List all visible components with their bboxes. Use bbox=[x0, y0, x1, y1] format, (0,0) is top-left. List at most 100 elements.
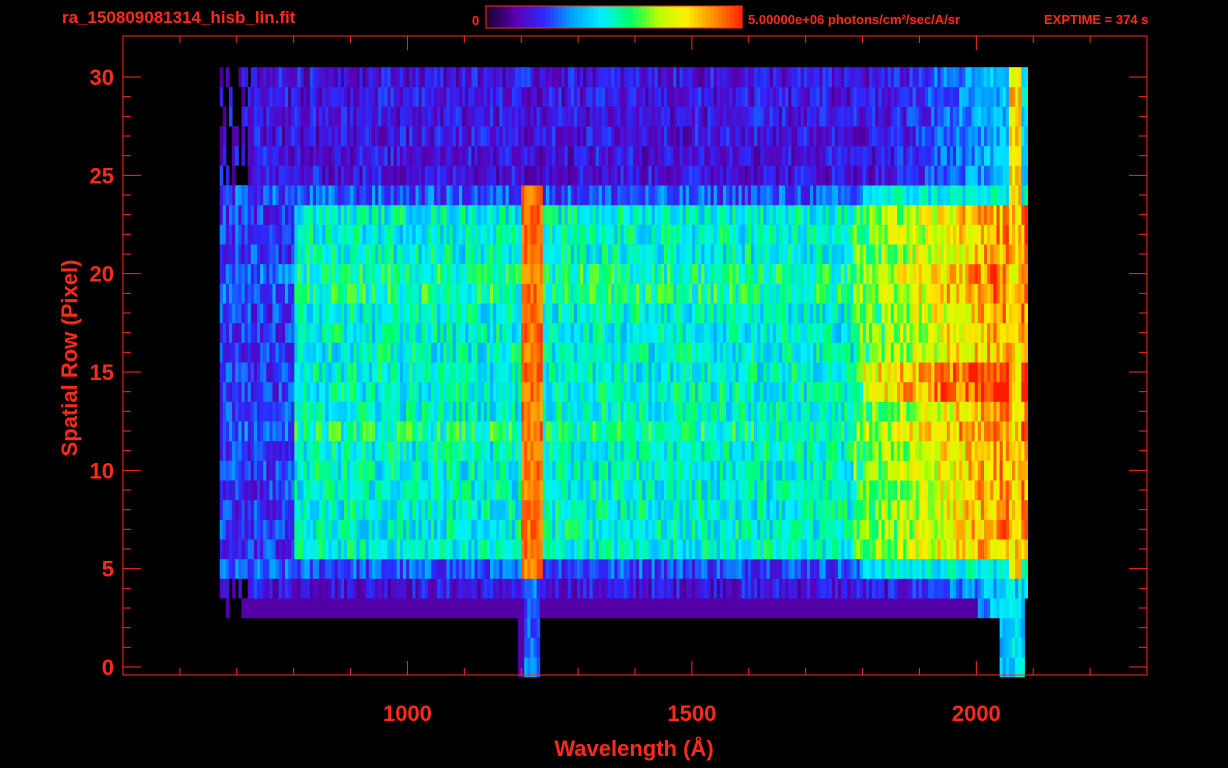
heatmap-cell bbox=[797, 519, 802, 540]
heatmap-cell bbox=[959, 362, 963, 383]
heatmap-cell bbox=[946, 440, 951, 461]
heatmap-cell bbox=[654, 342, 659, 363]
heatmap-cell bbox=[1015, 617, 1019, 638]
heatmap-cell bbox=[800, 480, 805, 501]
heatmap-cell bbox=[312, 244, 317, 265]
heatmap-cell bbox=[999, 578, 1004, 599]
heatmap-cell bbox=[732, 558, 736, 579]
heatmap-cell bbox=[260, 224, 264, 245]
heatmap-cell bbox=[903, 342, 907, 363]
heatmap-cell bbox=[300, 480, 305, 501]
heatmap-cell bbox=[956, 342, 960, 363]
heatmap-cell bbox=[347, 303, 351, 324]
heatmap-cell bbox=[953, 362, 957, 383]
heatmap-cell bbox=[384, 440, 388, 461]
heatmap-cell bbox=[788, 303, 792, 324]
heatmap-cell bbox=[247, 539, 252, 560]
heatmap-cell bbox=[953, 539, 957, 560]
heatmap-cell bbox=[390, 598, 395, 619]
heatmap-cell bbox=[605, 460, 609, 481]
heatmap-cell bbox=[257, 499, 261, 520]
heatmap-cell bbox=[834, 342, 839, 363]
heatmap-cell bbox=[474, 303, 479, 324]
heatmap-cell bbox=[772, 460, 777, 481]
heatmap-cell bbox=[785, 421, 789, 442]
heatmap-cell bbox=[418, 480, 423, 501]
heatmap-cell bbox=[654, 401, 659, 422]
heatmap-cell bbox=[580, 401, 584, 422]
heatmap-cell bbox=[595, 362, 600, 383]
heatmap-cell bbox=[611, 381, 615, 402]
heatmap-cell bbox=[328, 362, 333, 383]
heatmap-cell bbox=[424, 283, 429, 304]
heatmap-cell bbox=[353, 558, 357, 579]
heatmap-cell bbox=[918, 244, 923, 265]
heatmap-cell bbox=[692, 578, 696, 599]
heatmap-cell bbox=[903, 499, 907, 520]
heatmap-cell bbox=[953, 519, 957, 540]
heatmap-cell bbox=[928, 244, 932, 265]
heatmap-cell bbox=[586, 342, 590, 363]
heatmap-cell bbox=[577, 342, 581, 363]
heatmap-cell bbox=[564, 263, 569, 284]
heatmap-cell bbox=[353, 480, 357, 501]
heatmap-cell bbox=[589, 460, 593, 481]
heatmap-cell bbox=[387, 440, 392, 461]
heatmap-cell bbox=[452, 460, 457, 481]
heatmap-cell bbox=[477, 539, 482, 560]
heatmap-cell bbox=[275, 578, 280, 599]
heatmap-cell bbox=[819, 460, 823, 481]
heatmap-cell bbox=[601, 578, 606, 599]
heatmap-cell bbox=[769, 381, 774, 402]
heatmap-cell bbox=[344, 342, 348, 363]
heatmap-cell bbox=[617, 362, 621, 383]
heatmap-cell bbox=[685, 460, 690, 481]
heatmap-cell bbox=[642, 263, 646, 284]
heatmap-cell bbox=[713, 558, 718, 579]
heatmap-cell bbox=[415, 460, 420, 481]
heatmap-cell bbox=[657, 578, 662, 599]
heatmap-cell bbox=[943, 322, 948, 343]
heatmap-cell bbox=[651, 401, 656, 422]
heatmap-cell bbox=[710, 460, 715, 481]
heatmap-cell bbox=[779, 480, 783, 501]
heatmap-cell bbox=[866, 421, 870, 442]
heatmap-cell bbox=[636, 342, 640, 363]
heatmap-cell bbox=[906, 263, 910, 284]
heatmap-cell bbox=[291, 263, 295, 284]
heatmap-cell bbox=[639, 342, 643, 363]
heatmap-cell bbox=[875, 362, 879, 383]
heatmap-cell bbox=[499, 499, 503, 520]
heatmap-cell bbox=[667, 578, 671, 599]
heatmap-cell bbox=[872, 519, 876, 540]
heatmap-cell bbox=[710, 342, 715, 363]
heatmap-cell bbox=[679, 480, 684, 501]
heatmap-cell bbox=[785, 362, 789, 383]
heatmap-cell bbox=[527, 480, 531, 501]
heatmap-cell bbox=[744, 460, 749, 481]
heatmap-cell bbox=[984, 519, 988, 540]
heatmap-cell bbox=[651, 539, 656, 560]
heatmap-cell bbox=[561, 263, 566, 284]
heatmap-cell bbox=[847, 283, 851, 304]
heatmap-cell bbox=[229, 499, 233, 520]
heatmap-cell bbox=[253, 578, 258, 599]
heatmap-cell bbox=[651, 342, 656, 363]
heatmap-cell bbox=[996, 381, 1001, 402]
heatmap-cell bbox=[266, 401, 270, 422]
heatmap-cell bbox=[632, 578, 637, 599]
heatmap-cell bbox=[365, 598, 370, 619]
heatmap-cell bbox=[906, 460, 910, 481]
heatmap-cell bbox=[570, 381, 575, 402]
heatmap-cell bbox=[987, 342, 991, 363]
heatmap-cell bbox=[319, 244, 323, 265]
heatmap-cell bbox=[688, 322, 693, 343]
heatmap-cell bbox=[856, 401, 861, 422]
heatmap-cell bbox=[838, 480, 842, 501]
heatmap-cell bbox=[468, 244, 472, 265]
heatmap-cell bbox=[577, 244, 581, 265]
heatmap-cell bbox=[881, 322, 886, 343]
heatmap-cell bbox=[462, 381, 466, 402]
heatmap-cell bbox=[685, 303, 690, 324]
heatmap-cell bbox=[828, 303, 833, 324]
